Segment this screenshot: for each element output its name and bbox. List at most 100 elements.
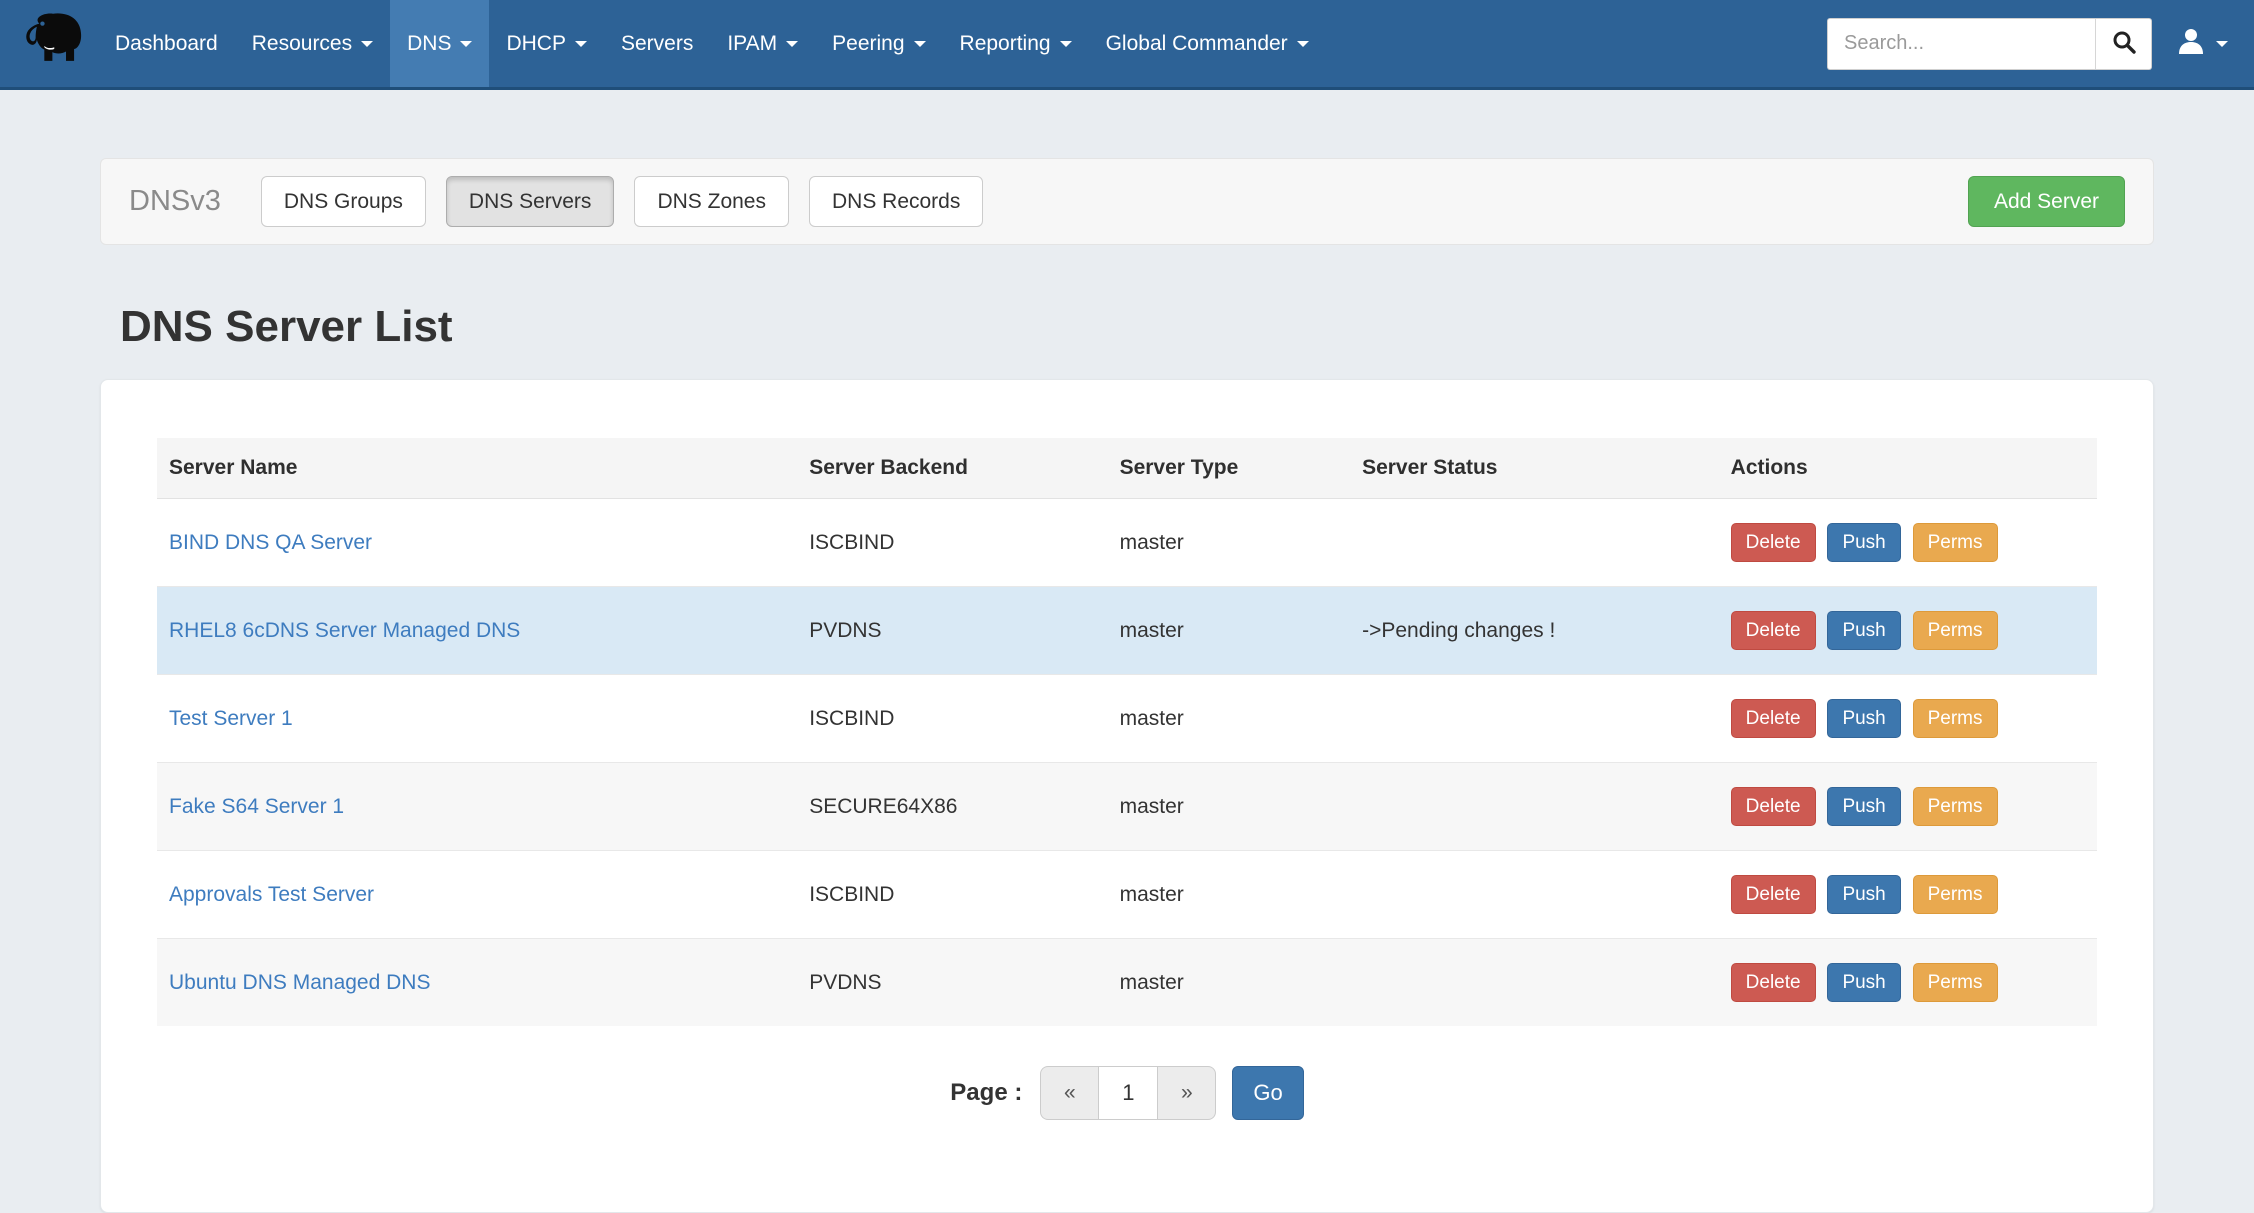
dns-module-toolbar: DNSv3 DNS Groups DNS Servers DNS Zones D…: [100, 158, 2154, 245]
next-page-button[interactable]: »: [1158, 1066, 1216, 1120]
server-name-link[interactable]: Test Server 1: [169, 707, 293, 730]
column-header-actions: Actions: [1719, 438, 2097, 499]
nav-item-dns[interactable]: DNS: [390, 0, 489, 87]
server-name-link[interactable]: Approvals Test Server: [169, 883, 374, 906]
server-status-cell: [1350, 851, 1719, 939]
push-button[interactable]: Push: [1827, 611, 1900, 650]
caret-down-icon: [786, 41, 798, 47]
perms-button[interactable]: Perms: [1913, 523, 1998, 562]
page-title: DNS Server List: [120, 301, 2154, 353]
person-icon: [2176, 26, 2206, 61]
search-button[interactable]: [2095, 18, 2152, 70]
tab-dns-groups[interactable]: DNS Groups: [261, 176, 426, 227]
nav-item-ipam[interactable]: IPAM: [710, 0, 815, 87]
tab-dns-zones[interactable]: DNS Zones: [634, 176, 789, 227]
server-backend-cell: SECURE64X86: [797, 763, 1107, 851]
server-type-cell: master: [1108, 587, 1351, 675]
server-status-cell: [1350, 939, 1719, 1027]
table-header-row: Server Name Server Backend Server Type S…: [157, 438, 2097, 499]
search-group: [1827, 18, 2152, 70]
push-button[interactable]: Push: [1827, 699, 1900, 738]
nav-item-reporting[interactable]: Reporting: [943, 0, 1089, 87]
delete-button[interactable]: Delete: [1731, 699, 1816, 738]
pagination: Page : « » Go: [157, 1066, 2097, 1120]
perms-button[interactable]: Perms: [1913, 963, 1998, 1002]
push-button[interactable]: Push: [1827, 523, 1900, 562]
go-button[interactable]: Go: [1232, 1066, 1303, 1120]
nav-item-dhcp[interactable]: DHCP: [489, 0, 604, 87]
server-table: Server Name Server Backend Server Type S…: [157, 438, 2097, 1026]
nav-item-label: Resources: [252, 32, 352, 56]
main-menu: Dashboard Resources DNS DHCP Servers IPA…: [98, 0, 1326, 87]
table-row: Approvals Test Server ISCBIND master Del…: [157, 851, 2097, 939]
column-header-server-type: Server Type: [1108, 438, 1351, 499]
column-header-server-status: Server Status: [1350, 438, 1719, 499]
navbar-right: [1827, 0, 2254, 87]
page-number-input[interactable]: [1098, 1066, 1158, 1120]
magnifier-icon: [2111, 29, 2137, 58]
delete-button[interactable]: Delete: [1731, 787, 1816, 826]
delete-button[interactable]: Delete: [1731, 611, 1816, 650]
push-button[interactable]: Push: [1827, 875, 1900, 914]
nav-item-label: IPAM: [727, 32, 777, 56]
push-button[interactable]: Push: [1827, 787, 1900, 826]
server-backend-cell: ISCBIND: [797, 851, 1107, 939]
server-status-cell: [1350, 675, 1719, 763]
table-row: Test Server 1 ISCBIND master Delete Push…: [157, 675, 2097, 763]
nav-item-label: DNS: [407, 32, 451, 56]
caret-down-icon: [361, 41, 373, 47]
perms-button[interactable]: Perms: [1913, 787, 1998, 826]
server-status-cell: [1350, 763, 1719, 851]
page-label: Page :: [950, 1079, 1022, 1107]
mammoth-logo-icon: [22, 10, 84, 77]
server-backend-cell: ISCBIND: [797, 675, 1107, 763]
actions-cell: Delete Push Perms: [1719, 851, 2097, 939]
nav-item-label: Reporting: [960, 32, 1051, 56]
server-name-link[interactable]: BIND DNS QA Server: [169, 531, 372, 554]
table-row: Fake S64 Server 1 SECURE64X86 master Del…: [157, 763, 2097, 851]
caret-down-icon: [1297, 41, 1309, 47]
column-header-server-backend: Server Backend: [797, 438, 1107, 499]
table-row: BIND DNS QA Server ISCBIND master Delete…: [157, 499, 2097, 587]
user-menu[interactable]: [2176, 26, 2228, 61]
nav-item-label: Servers: [621, 32, 693, 56]
add-server-button[interactable]: Add Server: [1968, 176, 2125, 227]
tab-dns-records[interactable]: DNS Records: [809, 176, 983, 227]
delete-button[interactable]: Delete: [1731, 875, 1816, 914]
server-list-card: Server Name Server Backend Server Type S…: [100, 379, 2154, 1213]
nav-item-global-commander[interactable]: Global Commander: [1089, 0, 1326, 87]
server-name-link[interactable]: Fake S64 Server 1: [169, 795, 344, 818]
server-backend-cell: PVDNS: [797, 587, 1107, 675]
perms-button[interactable]: Perms: [1913, 875, 1998, 914]
actions-cell: Delete Push Perms: [1719, 587, 2097, 675]
server-type-cell: master: [1108, 851, 1351, 939]
table-row-highlighted: RHEL8 6cDNS Server Managed DNS PVDNS mas…: [157, 587, 2097, 675]
server-type-cell: master: [1108, 763, 1351, 851]
previous-page-button[interactable]: «: [1040, 1066, 1098, 1120]
nav-item-servers[interactable]: Servers: [604, 0, 710, 87]
column-header-server-name: Server Name: [157, 438, 797, 499]
server-status-cell: [1350, 499, 1719, 587]
caret-down-icon: [1060, 41, 1072, 47]
perms-button[interactable]: Perms: [1913, 611, 1998, 650]
delete-button[interactable]: Delete: [1731, 523, 1816, 562]
tab-dns-servers[interactable]: DNS Servers: [446, 176, 615, 227]
nav-item-peering[interactable]: Peering: [815, 0, 942, 87]
pager-group: « »: [1040, 1066, 1216, 1120]
server-type-cell: master: [1108, 675, 1351, 763]
server-type-cell: master: [1108, 499, 1351, 587]
caret-down-icon: [914, 41, 926, 47]
delete-button[interactable]: Delete: [1731, 963, 1816, 1002]
perms-button[interactable]: Perms: [1913, 699, 1998, 738]
search-input[interactable]: [1827, 18, 2095, 70]
server-name-link[interactable]: Ubuntu DNS Managed DNS: [169, 971, 430, 994]
server-name-link[interactable]: RHEL8 6cDNS Server Managed DNS: [169, 619, 520, 642]
server-status-cell: ->Pending changes !: [1350, 587, 1719, 675]
brand-logo-link[interactable]: [16, 0, 98, 87]
push-button[interactable]: Push: [1827, 963, 1900, 1002]
caret-down-icon: [575, 41, 587, 47]
nav-item-resources[interactable]: Resources: [235, 0, 390, 87]
nav-item-label: Dashboard: [115, 32, 218, 56]
nav-item-dashboard[interactable]: Dashboard: [98, 0, 235, 87]
server-backend-cell: PVDNS: [797, 939, 1107, 1027]
